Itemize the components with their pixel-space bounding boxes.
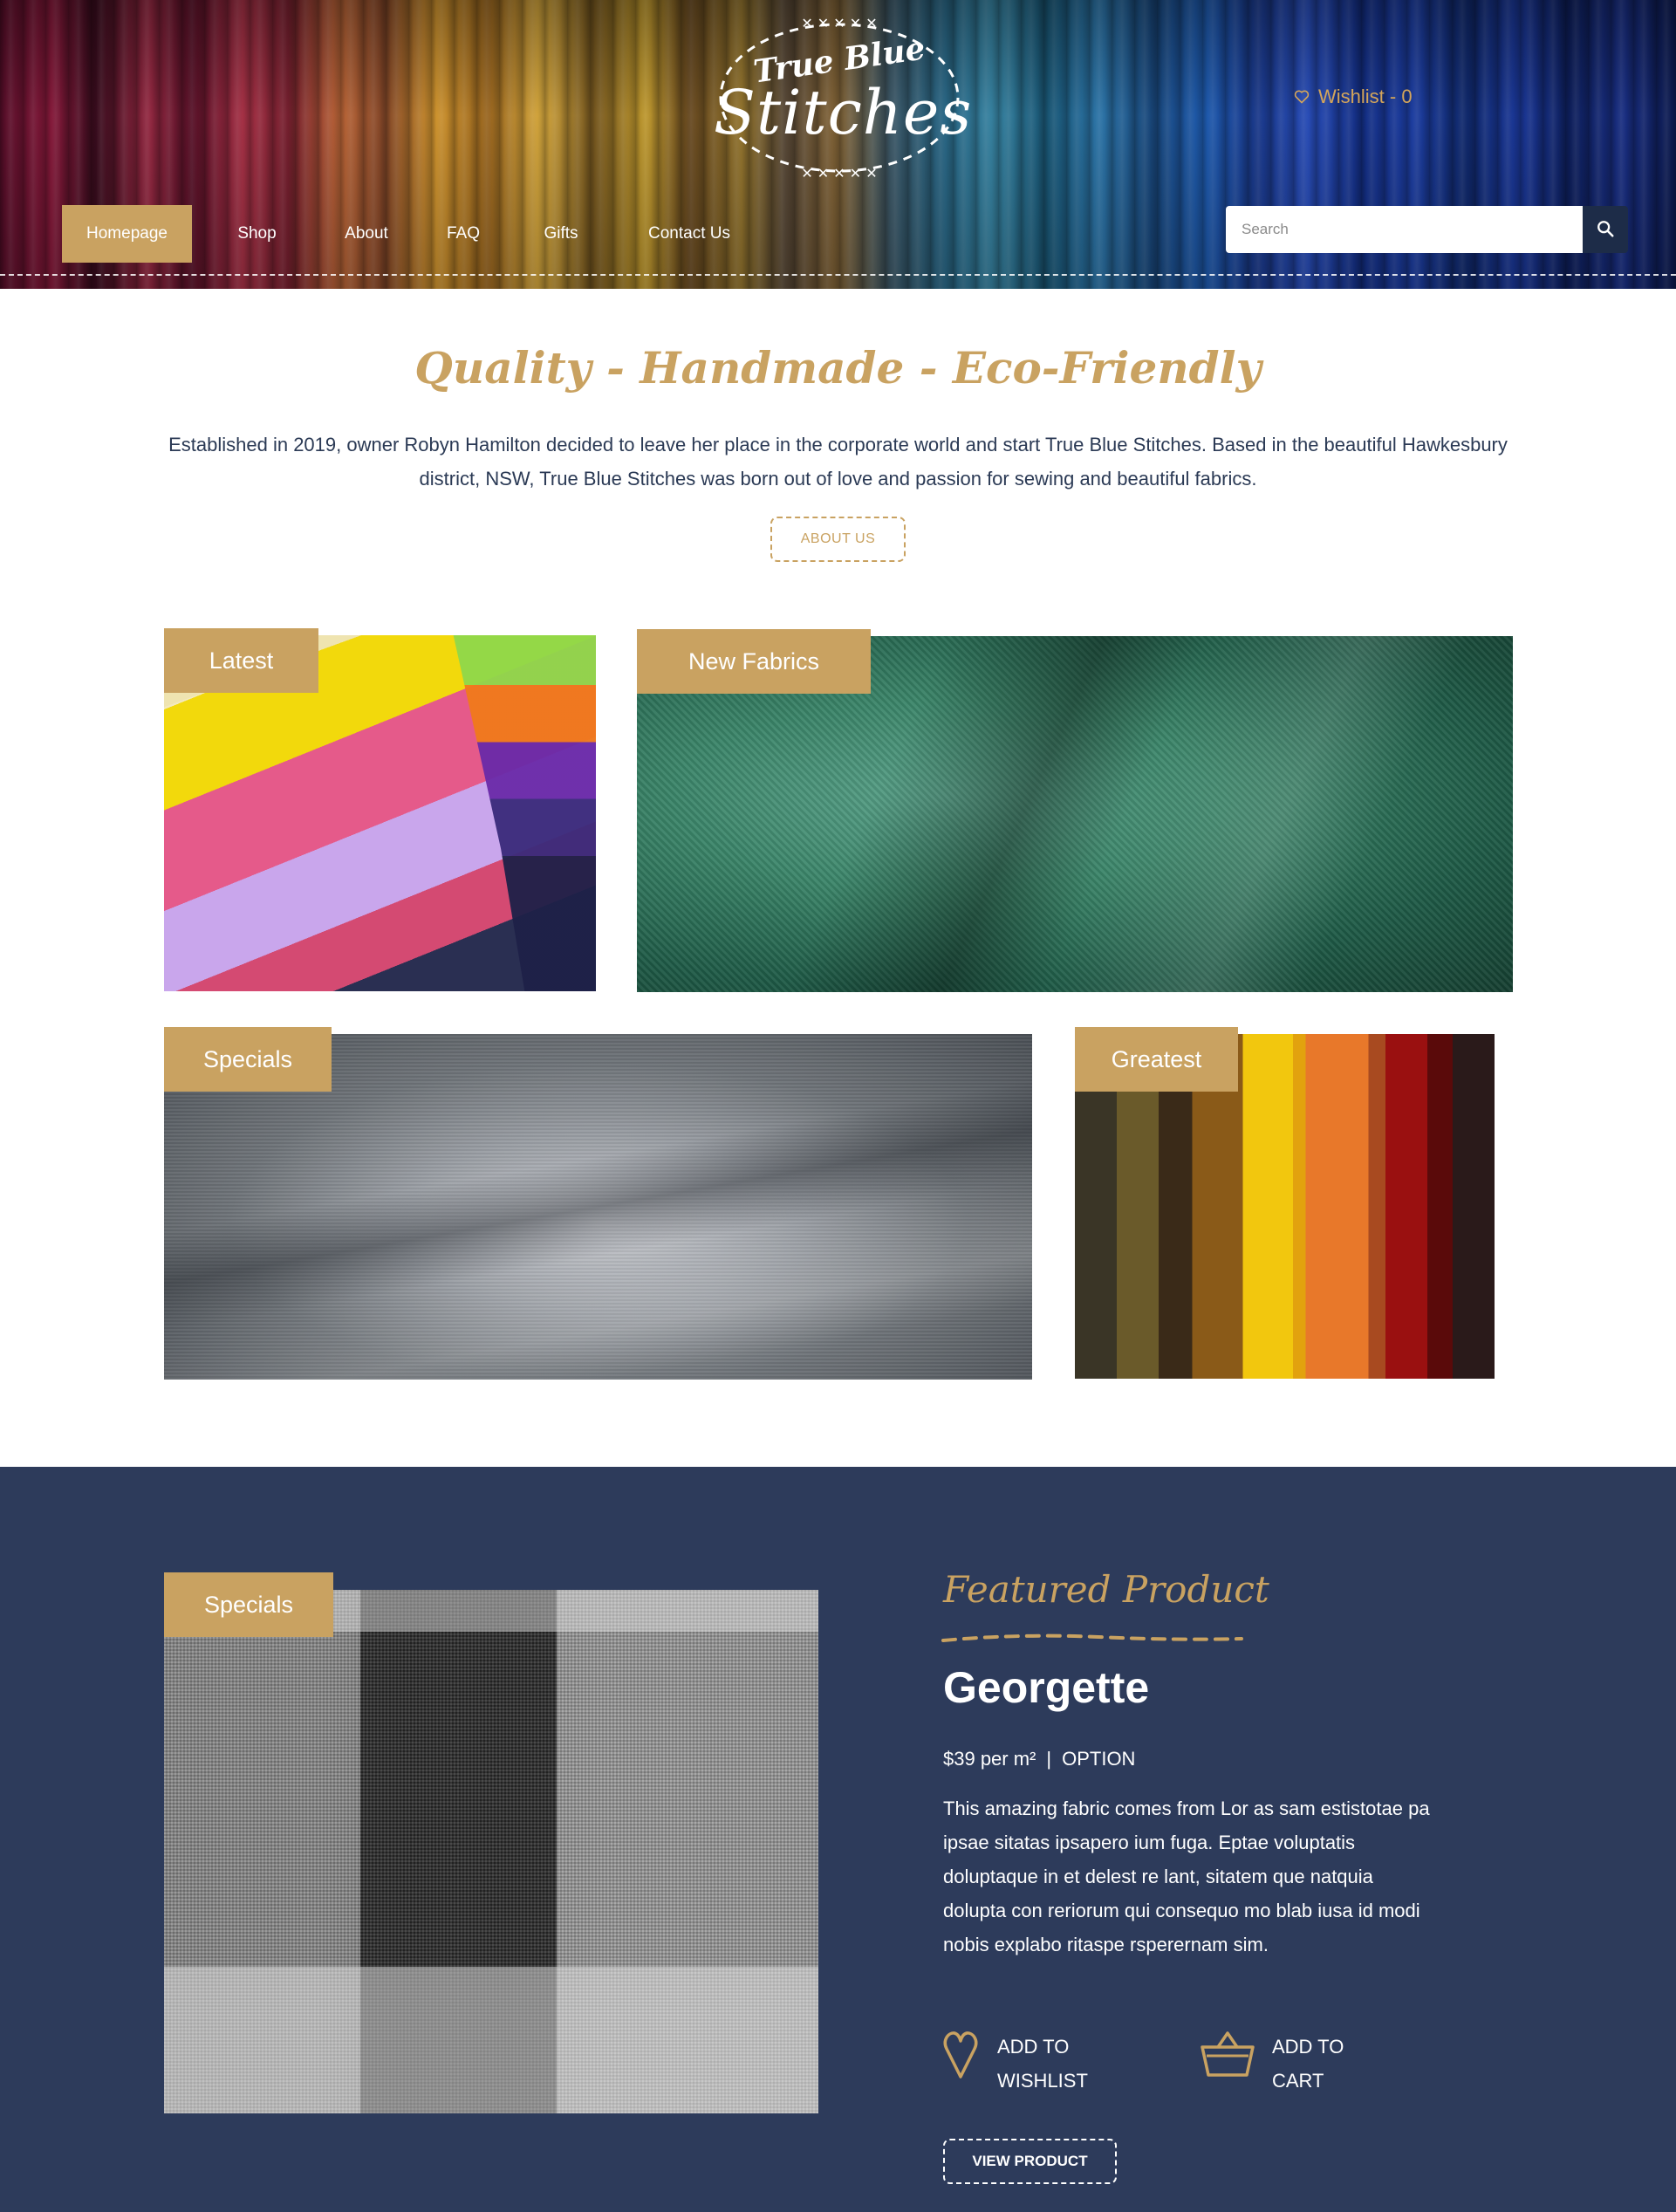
tile-label-new-fabrics: New Fabrics (637, 629, 871, 694)
nav-faq[interactable]: FAQ (411, 205, 516, 263)
product-title: Georgette (943, 1663, 1150, 1712)
featured-product-image (164, 1590, 818, 2113)
tile-label-greatest: Greatest (1075, 1027, 1238, 1092)
product-description: This amazing fabric comes from Lor as sa… (943, 1798, 1430, 1955)
svg-text:✕ ✕ ✕ ✕ ✕: ✕ ✕ ✕ ✕ ✕ (801, 165, 877, 179)
category-tile-latest[interactable]: Latest (164, 628, 596, 991)
nav-contact-us[interactable]: Contact Us (606, 205, 772, 263)
heart-outline-icon (941, 2030, 980, 2091)
add-to-wishlist-button[interactable]: ADD TO WISHLIST (941, 2030, 1102, 2098)
search-icon (1596, 219, 1615, 241)
heart-icon (1294, 90, 1310, 104)
featured-kicker: Featured Product (943, 1568, 1269, 1611)
search-box (1226, 206, 1628, 253)
basket-icon (1201, 2030, 1255, 2089)
nav-homepage[interactable]: Homepage (62, 205, 192, 263)
tagline-heading: Quality - Handmade - Eco-Friendly (414, 342, 1262, 394)
stitch-squiggle (941, 1633, 1243, 1642)
about-us-button[interactable]: ABOUT US (770, 517, 906, 562)
wishlist-count-label: Wishlist - 0 (1318, 86, 1413, 107)
add-to-wishlist-label: ADD TO WISHLIST (997, 2036, 1088, 2092)
featured-product-image-link[interactable]: Specials (164, 1572, 818, 2113)
featured-image-label: Specials (164, 1572, 333, 1637)
tile-label-latest: Latest (164, 628, 318, 693)
category-tile-specials[interactable]: Specials (164, 1027, 1032, 1380)
nav-shop[interactable]: Shop (192, 205, 322, 263)
site-header: ✕ ✕ ✕ ✕ ✕ ✕ ✕ ✕ ✕ ✕ True Blue Stitches W… (0, 0, 1676, 289)
product-price-row: $39 per m² | OPTION (943, 1748, 1135, 1770)
view-product-button[interactable]: VIEW PRODUCT (943, 2139, 1117, 2184)
svg-text:✕ ✕ ✕ ✕ ✕: ✕ ✕ ✕ ✕ ✕ (801, 17, 877, 31)
main-nav: Homepage Shop About FAQ Gifts Contact Us (62, 205, 772, 263)
add-to-cart-button[interactable]: ADD TO CART (1201, 2030, 1377, 2098)
site-logo[interactable]: ✕ ✕ ✕ ✕ ✕ ✕ ✕ ✕ ✕ ✕ True Blue Stitches (714, 17, 973, 179)
product-option[interactable]: OPTION (1062, 1748, 1135, 1770)
tile-label-specials: Specials (164, 1027, 332, 1092)
category-tile-new-fabrics[interactable]: New Fabrics (637, 629, 1513, 992)
logo-text-big: Stitches (714, 77, 973, 148)
search-button[interactable] (1583, 206, 1628, 253)
stitch-divider (0, 274, 1676, 276)
intro-paragraph: Established in 2019, owner Robyn Hamilto… (168, 434, 1508, 490)
product-price: $39 per m² (943, 1748, 1036, 1770)
search-input[interactable] (1226, 206, 1583, 253)
nav-gifts[interactable]: Gifts (516, 205, 606, 263)
nav-about[interactable]: About (322, 205, 411, 263)
category-tile-greatest[interactable]: Greatest (1075, 1027, 1495, 1379)
wishlist-link[interactable]: Wishlist - 0 (1294, 86, 1413, 108)
add-to-cart-label: ADD TO CART (1272, 2036, 1344, 2092)
price-separator: | (1046, 1748, 1052, 1770)
